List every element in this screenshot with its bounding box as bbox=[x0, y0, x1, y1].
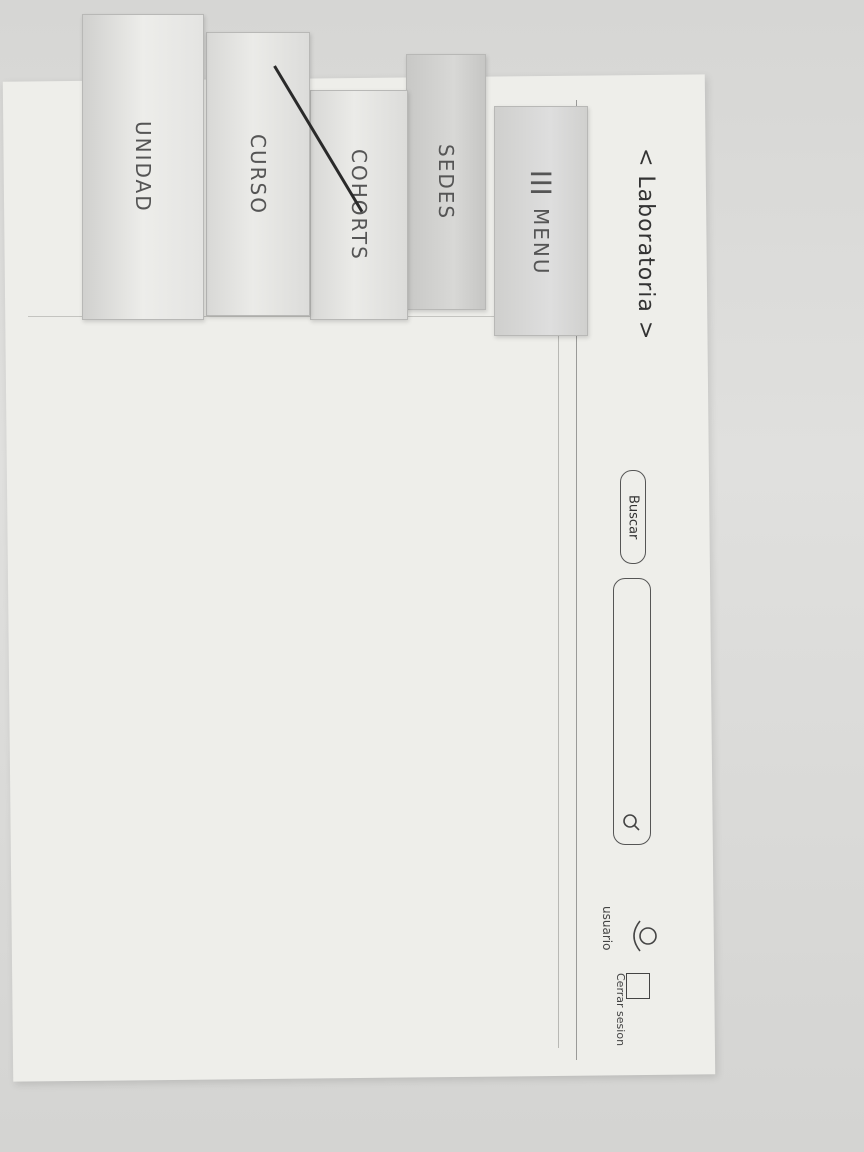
tab-menu[interactable]: ☰ MENU bbox=[494, 106, 588, 336]
search-button[interactable]: Buscar bbox=[620, 470, 646, 564]
tab-curso[interactable]: CURSO bbox=[206, 32, 310, 316]
tab-curso-label: CURSO bbox=[246, 133, 270, 215]
logout-icon[interactable] bbox=[626, 973, 650, 999]
user-icon[interactable] bbox=[626, 916, 660, 956]
tab-unidad[interactable]: UNIDAD bbox=[82, 14, 204, 320]
wireframe-canvas: < Laboratoria > Buscar usuario Cerrar se… bbox=[8, 14, 710, 1078]
user-label: usuario bbox=[600, 906, 614, 951]
search-icon[interactable] bbox=[620, 808, 644, 832]
hamburger-icon: ☰ bbox=[524, 166, 558, 200]
logout-label[interactable]: Cerrar sesion bbox=[598, 973, 627, 1046]
logo[interactable]: < Laboratoria > bbox=[628, 148, 658, 378]
search-input[interactable] bbox=[613, 578, 651, 845]
tab-sedes[interactable]: SEDES bbox=[406, 54, 486, 310]
tab-sedes-label: SEDES bbox=[434, 143, 458, 221]
tab-menu-label: MENU bbox=[529, 207, 553, 276]
content-divider bbox=[558, 328, 559, 1048]
tab-unidad-label: UNIDAD bbox=[131, 121, 155, 213]
